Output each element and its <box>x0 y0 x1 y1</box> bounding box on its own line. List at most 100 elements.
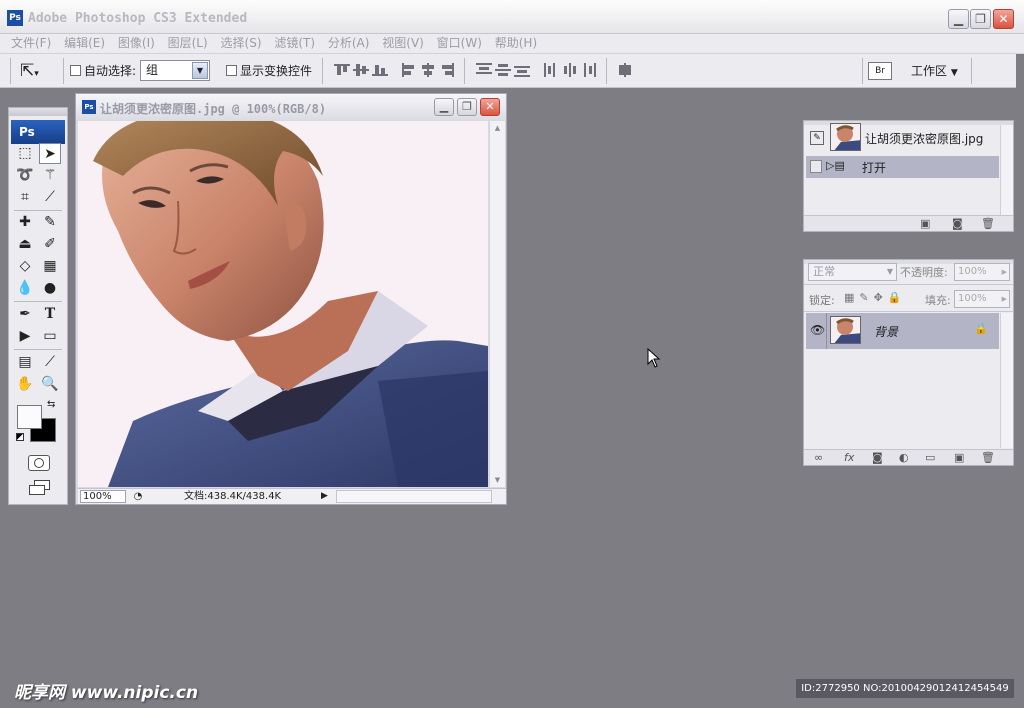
menu-view[interactable]: 视图(V) <box>382 34 424 53</box>
marquee-tool-icon[interactable]: ⬚ <box>14 143 36 164</box>
fill-field[interactable]: 100% ▶ <box>954 290 1010 308</box>
document-minimize-button[interactable]: ▁ <box>434 98 454 116</box>
new-group-folder-icon[interactable]: ▭ <box>925 451 935 464</box>
auto-align-layers-icon[interactable] <box>617 63 633 77</box>
distribute-vertical-center-icon[interactable] <box>495 63 511 77</box>
snapshot-name[interactable]: 让胡须更浓密原图.jpg <box>865 130 983 147</box>
bridge-icon[interactable]: Br <box>868 62 892 80</box>
history-state-checkbox[interactable] <box>810 160 822 173</box>
distribute-right-icon[interactable] <box>581 63 597 77</box>
rectangle-tool-icon[interactable]: ▭ <box>39 326 61 347</box>
new-snapshot-icon[interactable]: ◙ <box>952 217 963 230</box>
layers-scrollbar[interactable] <box>1000 313 1013 448</box>
align-bottom-icon[interactable] <box>372 63 388 77</box>
hand-tool-icon[interactable]: ✋ <box>14 374 36 395</box>
menu-file[interactable]: 文件(F) <box>11 34 51 53</box>
maximize-button[interactable]: ❐ <box>970 9 991 29</box>
menu-window[interactable]: 窗口(W) <box>437 34 482 53</box>
distribute-top-icon[interactable] <box>476 63 492 77</box>
opacity-field[interactable]: 100% ▶ <box>954 263 1010 281</box>
trash-icon[interactable]: 🗑 <box>981 217 995 230</box>
screen-mode-button[interactable] <box>28 480 52 498</box>
pen-tool-icon[interactable]: ✒ <box>14 304 36 325</box>
status-menu-icon[interactable]: ◔ <box>131 490 145 503</box>
type-tool-icon[interactable]: T <box>39 304 61 325</box>
distribute-bottom-icon[interactable] <box>514 63 530 77</box>
align-left-icon[interactable] <box>401 63 417 77</box>
dodge-tool-icon[interactable]: ● <box>39 278 61 299</box>
magic-wand-tool-icon[interactable]: ⚚ <box>39 165 61 186</box>
menu-select[interactable]: 选择(S) <box>221 34 262 53</box>
horizontal-scrollbar[interactable] <box>336 490 492 503</box>
align-horizontal-center-icon[interactable] <box>420 63 436 77</box>
snapshot-thumbnail[interactable] <box>830 123 861 151</box>
foreground-color-swatch[interactable] <box>17 405 42 429</box>
zoom-field[interactable]: 100% <box>80 490 126 503</box>
document-title-bar[interactable]: Ps 让胡须更浓密原图.jpg @ 100%(RGB/8) ▁ ❐ ✕ <box>76 94 506 120</box>
crop-tool-icon[interactable]: ⌗ <box>14 187 36 208</box>
adjustment-layer-icon[interactable]: ◐ <box>899 451 909 464</box>
move-tool-preset-icon[interactable]: ⇱▾ <box>20 61 39 81</box>
distribute-left-icon[interactable] <box>543 63 559 77</box>
layer-row-background[interactable]: 👁 背景 🔒 <box>806 313 999 349</box>
zoom-tool-icon[interactable]: 🔍 <box>39 374 61 395</box>
lock-transparent-icon[interactable]: ▦ <box>844 291 859 304</box>
document-maximize-button[interactable]: ❐ <box>457 98 477 116</box>
path-selection-tool-icon[interactable]: ▶ <box>14 326 36 347</box>
layer-mask-icon[interactable]: ◙ <box>872 451 883 464</box>
history-brush-source-icon[interactable]: ✎ <box>810 131 824 145</box>
slice-tool-icon[interactable]: ⟋ <box>39 187 61 208</box>
blend-mode-select[interactable]: 正常 ▼ <box>808 263 897 281</box>
brush-tool-icon[interactable]: ✎ <box>39 212 61 233</box>
auto-select-target-select[interactable]: 组 ▼ <box>140 60 210 81</box>
vertical-scrollbar[interactable]: ▲ ▼ <box>489 121 505 487</box>
minimize-button[interactable]: ▁ <box>948 9 969 29</box>
distribute-horizontal-center-icon[interactable] <box>562 63 578 77</box>
link-layers-icon[interactable]: ∞ <box>814 451 823 464</box>
status-arrow-icon[interactable]: ▶ <box>321 490 328 503</box>
tools-panel-grip[interactable] <box>9 108 67 116</box>
history-state-row[interactable]: ▷▤ 打开 <box>806 156 999 178</box>
align-top-icon[interactable] <box>334 63 350 77</box>
lock-all-icon[interactable]: 🔒 <box>888 291 907 304</box>
notes-tool-icon[interactable]: ▤ <box>14 352 36 373</box>
scroll-up-icon[interactable]: ▲ <box>490 121 505 135</box>
history-scrollbar[interactable] <box>1000 125 1013 219</box>
eraser-tool-icon[interactable]: ◇ <box>14 256 36 277</box>
new-document-from-state-icon[interactable]: ▣ <box>920 217 930 230</box>
menu-layer[interactable]: 图层(L) <box>168 34 208 53</box>
menu-analysis[interactable]: 分析(A) <box>328 34 370 53</box>
show-transform-checkbox[interactable] <box>226 65 237 76</box>
layer-style-fx-icon[interactable]: fx <box>844 451 854 464</box>
move-tool-icon[interactable]: ➤ <box>39 143 61 164</box>
menu-filter[interactable]: 滤镜(T) <box>274 34 315 53</box>
document-close-button[interactable]: ✕ <box>480 98 500 116</box>
layer-name[interactable]: 背景 <box>874 323 898 340</box>
gradient-tool-icon[interactable]: ▦ <box>39 256 61 277</box>
workspace-button[interactable]: 工作区 ▼ <box>911 62 958 79</box>
eyedropper-tool-icon[interactable]: ⟋ <box>39 352 61 373</box>
layer-thumbnail[interactable] <box>830 316 861 344</box>
menu-image[interactable]: 图像(I) <box>118 34 155 53</box>
align-vertical-center-icon[interactable] <box>353 63 369 77</box>
lock-position-icon[interactable]: ✥ <box>874 291 888 304</box>
lasso-tool-icon[interactable]: ➰ <box>14 165 36 186</box>
trash-icon[interactable]: 🗑 <box>981 451 995 464</box>
lock-image-icon[interactable]: ✎ <box>859 291 873 304</box>
image-canvas[interactable] <box>78 121 488 487</box>
healing-brush-tool-icon[interactable]: ✚ <box>14 212 36 233</box>
new-layer-icon[interactable]: ▣ <box>954 451 964 464</box>
menu-help[interactable]: 帮助(H) <box>495 34 537 53</box>
history-brush-tool-icon[interactable]: ✐ <box>39 234 61 255</box>
swap-colors-icon[interactable]: ⇆ <box>47 399 55 410</box>
auto-select-checkbox[interactable] <box>70 65 81 76</box>
scroll-down-icon[interactable]: ▼ <box>490 473 505 487</box>
photoshop-app-icon[interactable]: Ps <box>7 10 23 26</box>
eye-visibility-icon[interactable]: 👁 <box>810 323 825 337</box>
close-button[interactable]: ✕ <box>993 9 1014 29</box>
quick-mask-button[interactable] <box>28 455 50 471</box>
align-right-icon[interactable] <box>439 63 455 77</box>
menu-edit[interactable]: 编辑(E) <box>64 34 105 53</box>
clone-stamp-tool-icon[interactable]: ⏏ <box>14 234 36 255</box>
default-colors-icon[interactable] <box>16 433 24 441</box>
